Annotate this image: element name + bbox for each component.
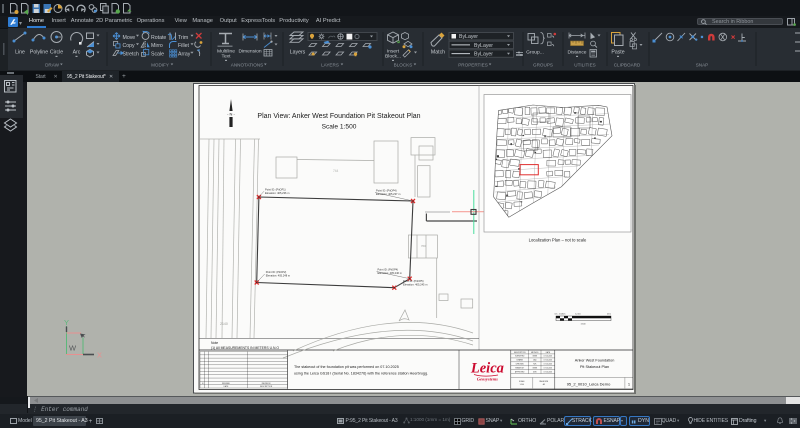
svg-text:Match: Match	[431, 49, 445, 55]
svg-text:BLOCKS: BLOCKS	[394, 63, 413, 68]
svg-text:UTILITIES: UTILITIES	[574, 63, 595, 68]
svg-text:0m: 0m	[555, 314, 558, 316]
svg-text:Insert: Insert	[387, 48, 400, 54]
svg-text:744: 744	[333, 169, 339, 173]
svg-text:Copy: Copy	[123, 43, 136, 49]
svg-text:Stretch: Stretch	[123, 52, 140, 58]
svg-text:07.10.2025: 07.10.2025	[544, 356, 553, 358]
svg-text:(1) All MEASUREMENTS IN METERS: (1) All MEASUREMENTS IN METERS U.N.O	[211, 346, 279, 350]
svg-text:Point ID: (PitOP4): Point ID: (PitOP4)	[376, 189, 397, 193]
svg-text:PROPERTIES: PROPERTIES	[458, 63, 488, 68]
svg-text:CLIPBOARD: CLIPBOARD	[614, 63, 641, 68]
svg-text:Block...: Block...	[385, 54, 401, 60]
svg-text:Polyline: Polyline	[30, 49, 48, 55]
svg-text:PAGE SIZE: PAGE SIZE	[539, 380, 549, 383]
svg-text:Elevation: 405,237 m: Elevation: 405,237 m	[376, 192, 400, 196]
svg-text:Move: Move	[123, 35, 136, 41]
svg-text:Paste: Paste	[611, 49, 624, 55]
svg-text:REVISION: REVISION	[262, 383, 271, 385]
svg-text:Leica: Leica	[470, 361, 504, 377]
svg-text:SURVEYED: SURVEYED	[515, 356, 525, 358]
svg-text:APPROVED: APPROVED	[515, 370, 525, 373]
svg-text:Point ID: (PitOP2): Point ID: (PitOP2)	[266, 270, 287, 274]
svg-text:07.10.2025: 07.10.2025	[544, 368, 553, 370]
svg-text:ByLayer: ByLayer	[474, 43, 493, 49]
svg-text:95_2_0010_Leica Demo: 95_2_0010_Leica Demo	[567, 381, 611, 386]
svg-text:Circle: Circle	[50, 49, 63, 55]
svg-text:Arc: Arc	[73, 49, 81, 55]
svg-text:Array: Array	[178, 52, 191, 58]
svg-text:Layers: Layers	[290, 49, 306, 55]
svg-text:ByLayer: ByLayer	[459, 34, 478, 40]
svg-text:2140: 2140	[220, 322, 228, 326]
svg-text:MODIFY: MODIFY	[151, 63, 169, 68]
svg-text:CHECKED: CHECKED	[516, 364, 525, 366]
svg-text:Mirro: Mirro	[151, 43, 163, 49]
svg-text:Plan View: Anker West Foundati: Plan View: Anker West Foundation Pit Sta…	[257, 113, 420, 120]
svg-text:Multiline: Multiline	[217, 48, 235, 54]
svg-text:07.10.2025: 07.10.2025	[544, 364, 553, 366]
svg-text:25m: 25m	[607, 314, 611, 316]
svg-text:DRAWN: DRAWN	[517, 359, 524, 362]
svg-text:Localization Plan – not to sca: Localization Plan – not to scale	[529, 238, 587, 243]
svg-text:Trim: Trim	[178, 35, 188, 41]
svg-text:- N -: - N -	[227, 112, 235, 117]
svg-text:12.5m: 12.5m	[575, 314, 581, 316]
svg-text:Scale: Scale	[151, 52, 164, 58]
svg-text:Point ID: (PitOP1): Point ID: (PitOP1)	[265, 187, 286, 191]
svg-text:W: W	[69, 344, 77, 353]
svg-text:ByLayer: ByLayer	[474, 52, 493, 58]
svg-text:Text: Text	[222, 54, 232, 60]
svg-text:Note: Note	[211, 341, 218, 345]
svg-text:Point ID: (PitOP4): Point ID: (PitOP4)	[378, 268, 399, 272]
svg-text:5m: 5m	[563, 314, 566, 316]
svg-text:Rotate: Rotate	[151, 35, 166, 41]
svg-text:Y: Y	[64, 318, 69, 327]
svg-text:Scale 1:500: Scale 1:500	[322, 124, 357, 131]
svg-text:using the Leica GS18 I (Serial: using the Leica GS18 I (Serial No. 18342…	[294, 372, 428, 376]
svg-text:SCALE: SCALE	[519, 380, 525, 383]
svg-text:STAKEOUT: STAKEOUT	[515, 367, 524, 370]
svg-text:Dimension: Dimension	[238, 48, 261, 54]
svg-text:760: 760	[421, 244, 426, 248]
svg-text:GROUPS: GROUPS	[533, 63, 553, 68]
svg-text:Elevation: 405,236 m: Elevation: 405,236 m	[265, 191, 289, 195]
svg-text:Line: Line	[15, 49, 25, 55]
svg-text:DESCRIPTION: DESCRIPTION	[260, 386, 273, 388]
svg-text:Distance: Distance	[567, 49, 586, 55]
svg-text:ANNOTATIONS: ANNOTATIONS	[231, 63, 264, 68]
svg-text:METHOD: METHOD	[531, 352, 539, 354]
svg-text:Elevation: 405,248 m: Elevation: 405,248 m	[266, 274, 290, 278]
svg-text:Fillet: Fillet	[178, 43, 190, 49]
svg-text:A3: A3	[543, 383, 545, 386]
svg-text:Group...: Group...	[526, 49, 544, 55]
svg-text:Elevation: 405,246 m: Elevation: 405,246 m	[378, 271, 402, 275]
svg-text:Pit Stakeout Plan: Pit Stakeout Plan	[580, 365, 609, 369]
svg-text:Geosystems: Geosystems	[477, 377, 498, 382]
svg-text:DRAW: DRAW	[45, 63, 60, 68]
svg-text:Anker West Foundation: Anker West Foundation	[575, 358, 615, 362]
svg-text:LAYERS: LAYERS	[321, 63, 339, 68]
svg-text:SNAP: SNAP	[696, 63, 709, 68]
svg-text:X: X	[97, 351, 102, 360]
svg-text:Point ID: (PitOP5): Point ID: (PitOP5)	[403, 279, 424, 283]
svg-text:07.10.2025: 07.10.2025	[544, 360, 553, 362]
svg-text:Elevation: 405,245 m: Elevation: 405,245 m	[403, 283, 427, 287]
svg-text:1:500: 1:500	[580, 324, 586, 326]
svg-text:1:500: 1:500	[520, 384, 524, 386]
svg-text:The stakeout of the foundation: The stakeout of the foundation pit was p…	[294, 365, 399, 369]
svg-text:REVISED: REVISED	[222, 383, 231, 385]
svg-text:DESCRIPTION: DESCRIPTION	[514, 352, 526, 354]
svg-text:07.10.2025: 07.10.2025	[544, 371, 553, 373]
svg-text:DATE: DATE	[224, 385, 229, 388]
